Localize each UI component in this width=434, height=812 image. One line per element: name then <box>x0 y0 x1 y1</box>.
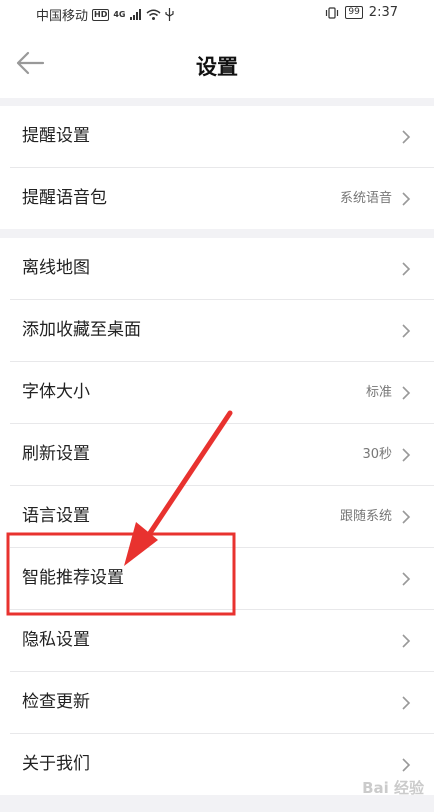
settings-row-label: 检查更新 <box>22 692 90 712</box>
settings-row-label: 添加收藏至桌面 <box>22 320 141 340</box>
vibrate-icon <box>326 6 339 19</box>
wifi-icon <box>146 9 160 20</box>
usb-icon <box>164 8 174 21</box>
settings-row[interactable]: 刷新设置 30秒 <box>10 424 434 486</box>
settings-row[interactable]: 智能推荐设置 <box>10 548 434 610</box>
settings-row-label: 字体大小 <box>22 382 90 402</box>
chevron-right-icon <box>402 510 411 524</box>
status-left: 中国移动 HD 4G <box>36 5 174 24</box>
settings-row-value: 30秒 <box>362 447 392 462</box>
settings-group-general: 离线地图添加收藏至桌面 字体大小 标准刷新设置 30秒语言设置 跟随系统智能推荐设置 隐私… <box>0 238 434 795</box>
carrier-name: 中国移动 <box>36 9 89 24</box>
chevron-right-icon <box>402 448 411 462</box>
settings-row-value: 标准 <box>365 385 392 400</box>
settings-row[interactable]: 语言设置 跟随系统 <box>10 486 434 548</box>
settings-row[interactable]: 离线地图 <box>10 238 434 300</box>
settings-row[interactable]: 添加收藏至桌面 <box>10 300 434 362</box>
signal-icon <box>129 9 141 20</box>
status-right: 99 2:37 <box>325 5 398 20</box>
settings-row-label: 语言设置 <box>22 506 90 526</box>
settings-row[interactable]: 提醒设置 <box>10 106 434 168</box>
settings-row-label: 离线地图 <box>22 258 90 278</box>
settings-row[interactable]: 提醒语音包 系统语音 <box>10 168 434 229</box>
chevron-right-icon <box>402 758 411 772</box>
settings-row-label: 提醒设置 <box>22 126 90 146</box>
settings-row-value: 系统语音 <box>339 191 392 206</box>
chevron-right-icon <box>402 130 411 144</box>
watermark: Bai 经验 <box>362 779 424 797</box>
hd-badge: HD <box>92 8 110 21</box>
status-bar: 中国移动 HD 4G 99 2:37 <box>0 0 434 28</box>
chevron-right-icon <box>402 696 411 710</box>
settings-row-value: 跟随系统 <box>339 509 392 524</box>
network-type: 4G <box>113 10 126 19</box>
status-time: 2:37 <box>368 5 398 20</box>
battery-level: 99 <box>345 6 363 19</box>
settings-row-label: 智能推荐设置 <box>22 568 124 588</box>
chevron-right-icon <box>402 386 411 400</box>
chevron-right-icon <box>402 192 411 206</box>
settings-group-reminder: 提醒设置提醒语音包 系统语音 <box>0 106 434 229</box>
chevron-right-icon <box>402 634 411 648</box>
page-title: 设置 <box>196 55 238 79</box>
settings-row[interactable]: 隐私设置 <box>10 610 434 672</box>
header: 设置 <box>0 28 434 98</box>
settings-row-label: 提醒语音包 <box>22 188 107 208</box>
settings-row-label: 隐私设置 <box>22 630 90 650</box>
chevron-right-icon <box>402 262 411 276</box>
settings-row-label: 刷新设置 <box>22 444 90 464</box>
settings-row[interactable]: 字体大小 标准 <box>10 362 434 424</box>
chevron-right-icon <box>402 324 411 338</box>
settings-row[interactable]: 检查更新 <box>10 672 434 734</box>
settings-row-label: 关于我们 <box>22 754 90 774</box>
chevron-right-icon <box>402 572 411 586</box>
